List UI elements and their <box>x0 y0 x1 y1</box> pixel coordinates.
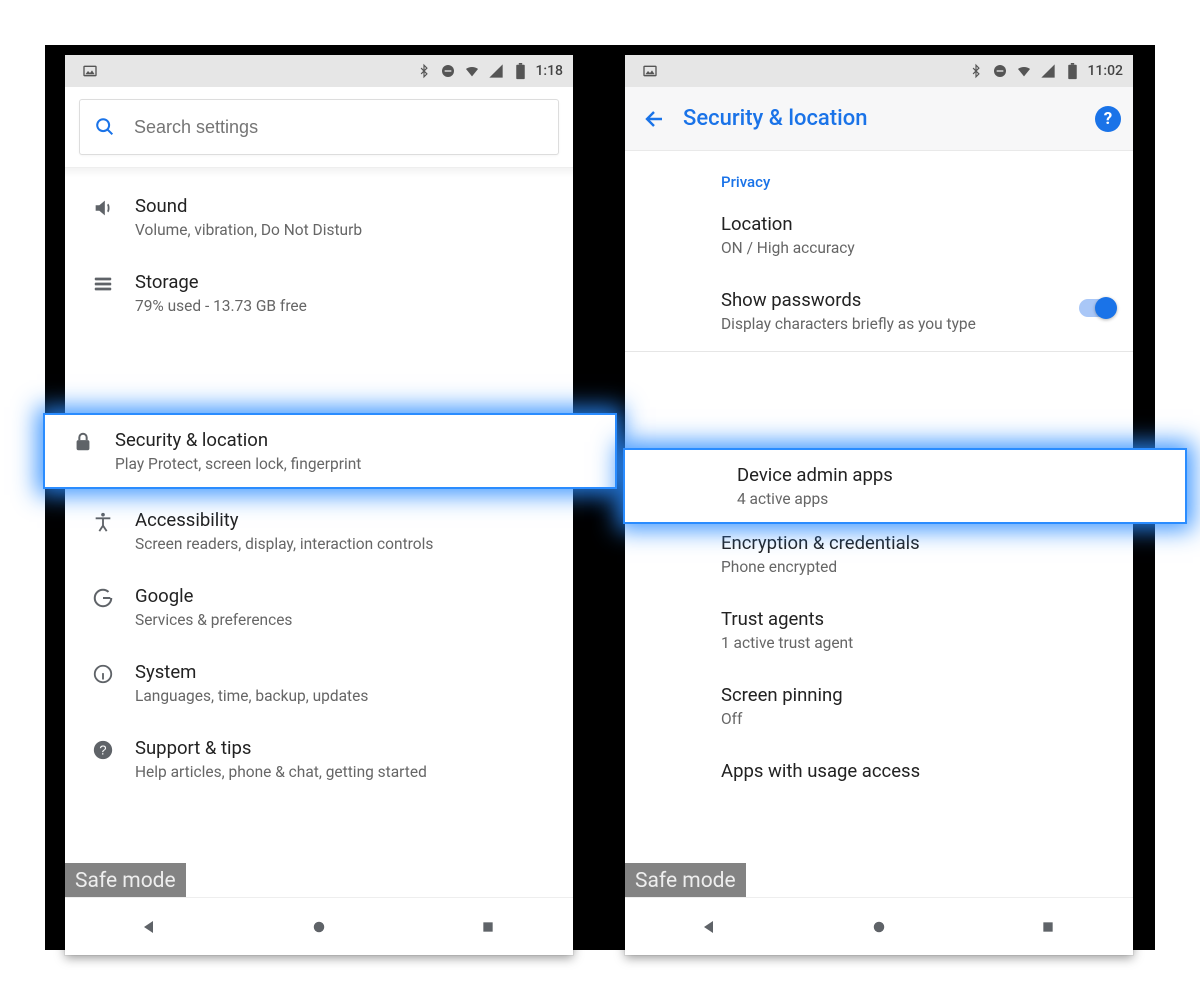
item-title: Google <box>135 585 555 607</box>
item-title: Encryption & credentials <box>721 532 1115 554</box>
item-title: Screen pinning <box>721 684 1115 706</box>
wifi-icon <box>1015 62 1033 80</box>
safe-mode-badge: Safe mode <box>625 863 746 897</box>
item-title: Sound <box>135 195 555 217</box>
item-storage[interactable]: Storage 79% used - 13.73 GB free <box>65 255 573 331</box>
help-button[interactable]: ? <box>1095 106 1121 132</box>
security-list[interactable]: Privacy Location ON / High accuracy Show… <box>625 151 1133 897</box>
nav-recent[interactable] <box>458 919 518 935</box>
storage-icon <box>81 273 125 295</box>
nav-bar <box>625 897 1133 955</box>
page-title: Security & location <box>683 106 1095 131</box>
help-icon: ? <box>81 739 125 761</box>
settings-list[interactable]: Sound Volume, vibration, Do Not Disturb … <box>65 179 573 897</box>
item-subtitle: Volume, vibration, Do Not Disturb <box>135 221 555 239</box>
status-time: 11:02 <box>1087 63 1123 79</box>
item-title: Trust agents <box>721 608 1115 630</box>
item-subtitle: ON / High accuracy <box>721 239 1115 257</box>
dnd-icon <box>439 62 457 80</box>
back-button[interactable] <box>633 99 677 139</box>
divider <box>625 351 1133 352</box>
item-encryption[interactable]: Encryption & credentials Phone encrypted <box>625 516 1133 592</box>
lock-icon <box>61 431 105 453</box>
google-icon <box>81 587 125 609</box>
item-title: Show passwords <box>721 289 1079 311</box>
item-accessibility[interactable]: Accessibility Screen readers, display, i… <box>65 493 573 569</box>
section-privacy: Privacy <box>625 151 1133 197</box>
safe-mode-badge: Safe mode <box>65 863 186 897</box>
item-system[interactable]: System Languages, time, backup, updates <box>65 645 573 721</box>
item-title: Apps with usage access <box>721 760 1115 782</box>
item-subtitle: 79% used - 13.73 GB free <box>135 297 555 315</box>
search-input[interactable] <box>134 117 544 138</box>
title-bar: Security & location ? <box>625 87 1133 151</box>
picture-icon <box>641 62 659 80</box>
status-time: 1:18 <box>535 63 563 79</box>
item-location[interactable]: Location ON / High accuracy <box>625 197 1133 273</box>
item-title: Location <box>721 213 1115 235</box>
stage: 1:18 Sound Volume, vibration, Do Not Dis… <box>45 45 1155 950</box>
item-title: Support & tips <box>135 737 555 759</box>
item-subtitle: Screen readers, display, interaction con… <box>135 535 555 553</box>
cell-icon <box>1039 62 1057 80</box>
item-title: Storage <box>135 271 555 293</box>
battery-icon <box>511 62 529 80</box>
item-subtitle: Off <box>721 710 1115 728</box>
nav-home[interactable] <box>849 918 909 936</box>
search-icon <box>94 116 116 138</box>
section-label: Privacy <box>721 173 1115 191</box>
item-subtitle: Phone encrypted <box>721 558 1115 576</box>
nav-back[interactable] <box>120 918 180 936</box>
battery-icon <box>1063 62 1081 80</box>
wifi-icon <box>463 62 481 80</box>
item-subtitle: Help articles, phone & chat, getting sta… <box>135 763 555 781</box>
item-subtitle: Play Protect, screen lock, fingerprint <box>115 455 361 473</box>
item-subtitle: Services & preferences <box>135 611 555 629</box>
accessibility-icon <box>81 511 125 533</box>
nav-home[interactable] <box>289 918 349 936</box>
item-title: Accessibility <box>135 509 555 531</box>
callout-device-admin-apps[interactable]: Device admin apps 4 active apps <box>625 450 1185 522</box>
picture-icon <box>81 62 99 80</box>
status-bar: 1:18 <box>65 55 573 87</box>
item-show-passwords[interactable]: Show passwords Display characters briefl… <box>625 273 1133 349</box>
nav-back[interactable] <box>680 918 740 936</box>
item-screen-pinning[interactable]: Screen pinning Off <box>625 668 1133 744</box>
dnd-icon <box>991 62 1009 80</box>
callout-gap <box>625 354 1133 440</box>
show-passwords-toggle[interactable] <box>1079 299 1115 317</box>
item-usage-access[interactable]: Apps with usage access <box>625 744 1133 820</box>
item-subtitle: 1 active trust agent <box>721 634 1115 652</box>
item-title: Device admin apps <box>737 464 893 486</box>
item-title: Security & location <box>115 429 361 451</box>
item-trust-agents[interactable]: Trust agents 1 active trust agent <box>625 592 1133 668</box>
bluetooth-icon <box>415 62 433 80</box>
svg-text:?: ? <box>99 743 106 758</box>
scroll-edge <box>65 167 573 177</box>
bluetooth-icon <box>967 62 985 80</box>
item-google[interactable]: Google Services & preferences <box>65 569 573 645</box>
cell-icon <box>487 62 505 80</box>
item-title: System <box>135 661 555 683</box>
callout-security-location[interactable]: Security & location Play Protect, screen… <box>45 415 615 487</box>
search-settings[interactable] <box>79 99 559 155</box>
item-subtitle: Languages, time, backup, updates <box>135 687 555 705</box>
nav-bar <box>65 897 573 955</box>
nav-recent[interactable] <box>1018 919 1078 935</box>
item-subtitle: 4 active apps <box>737 490 893 508</box>
sound-icon <box>81 197 125 219</box>
item-subtitle: Display characters briefly as you type <box>721 315 1079 333</box>
item-sound[interactable]: Sound Volume, vibration, Do Not Disturb <box>65 179 573 255</box>
callout-gap <box>65 331 573 417</box>
item-support[interactable]: ? Support & tips Help articles, phone & … <box>65 721 573 797</box>
status-bar: 11:02 <box>625 55 1133 87</box>
phone-settings: 1:18 Sound Volume, vibration, Do Not Dis… <box>65 55 573 955</box>
info-icon <box>81 663 125 685</box>
